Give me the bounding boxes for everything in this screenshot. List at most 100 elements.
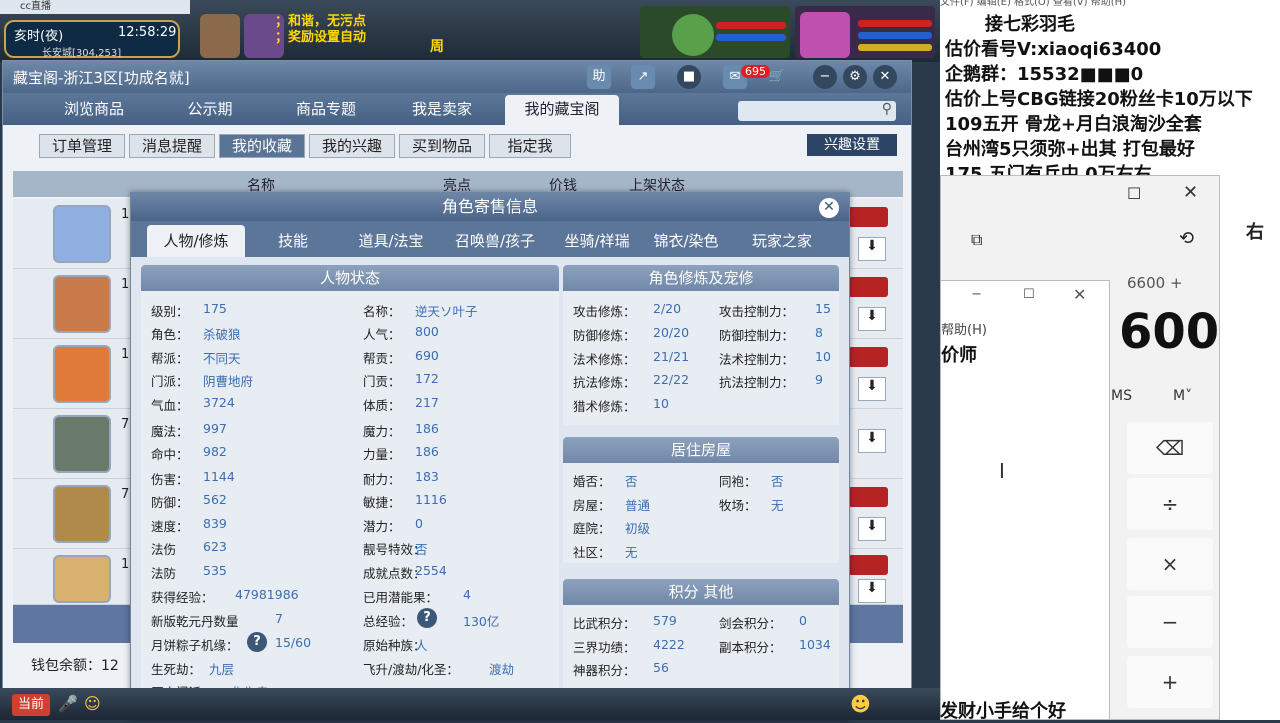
memory-menu-button[interactable]: M˅	[1173, 388, 1192, 404]
field-value: 130亿	[463, 614, 500, 629]
field-points-right-1: 副本积分： 1034	[719, 637, 831, 656]
cultivation-panel-title: 角色修炼及宠修	[563, 265, 839, 291]
row-down-button[interactable]: ⬇	[858, 377, 886, 401]
sub-tab-bought[interactable]: 买到物品	[399, 134, 485, 158]
close-icon[interactable]: ✕	[1073, 285, 1086, 304]
help-button[interactable]: 助	[587, 65, 611, 89]
note-line: 估价上号CBG链接20粉丝卡10万以下	[945, 89, 1253, 110]
minimize-icon[interactable]: −	[971, 287, 982, 302]
sub-tab-favorites[interactable]: 我的收藏	[219, 134, 305, 158]
field-value: 9	[815, 372, 823, 388]
nav-tab-seller[interactable]: 我是卖家	[389, 95, 495, 125]
search-input[interactable]: ⚲	[738, 101, 896, 121]
sub-tab-notifications[interactable]: 消息提醒	[129, 134, 215, 158]
stream-tab[interactable]: cc直播	[0, 0, 190, 14]
field-value: 逆天ソ叶子	[415, 304, 478, 319]
stream-notes: 接七彩羽毛 估价看号V:xiaoqi63400 企鹅群：15532■■■0 估价…	[945, 12, 1280, 176]
settings-icon[interactable]: ⚙	[843, 65, 867, 89]
interest-settings-button[interactable]: 兴趣设置	[807, 134, 897, 156]
smiley-icon[interactable]: ☻	[850, 692, 871, 716]
close-icon[interactable]: ✕	[819, 198, 839, 218]
sub-tab-interests[interactable]: 我的兴趣	[309, 134, 395, 158]
current-channel-button[interactable]: 当前	[12, 694, 50, 716]
row-action-button[interactable]	[848, 277, 888, 297]
nav-tab-public[interactable]: 公示期	[157, 95, 263, 125]
nav-tab-my-cbg[interactable]: 我的藏宝阁	[505, 95, 619, 125]
pin-icon[interactable]: ⧉	[971, 230, 982, 250]
multiply-button[interactable]: ×	[1127, 538, 1213, 590]
tab-summons[interactable]: 召唤兽/孩子	[443, 225, 547, 257]
close-icon[interactable]: ✕	[873, 65, 897, 89]
add-button[interactable]: +	[1127, 656, 1213, 708]
field-status-left-1: 角色： 杀破狼	[151, 324, 241, 343]
close-icon[interactable]: ✕	[1183, 182, 1198, 203]
tab-skills[interactable]: 技能	[249, 225, 337, 257]
role-detail-dialog: 角色寄售信息 ✕ 人物/修炼 技能 道具/法宝 召唤兽/孩子 坐骑/祥瑞 锦衣/…	[130, 192, 850, 720]
field-label: 力量：	[363, 447, 401, 462]
field-value: 623	[203, 539, 227, 554]
pet-portrait[interactable]	[640, 6, 790, 58]
nav-tab-topics[interactable]: 商品专题	[273, 95, 379, 125]
row-down-button[interactable]: ⬇	[858, 579, 886, 603]
help-icon[interactable]: ?	[247, 632, 267, 652]
game-taskbar: 当前 🎤 ☺ ☻	[0, 688, 940, 720]
memory-store-button[interactable]: MS	[1111, 388, 1132, 404]
row-down-button[interactable]: ⬇	[858, 237, 886, 261]
tab-mounts[interactable]: 坐骑/祥瑞	[549, 225, 645, 257]
tab-character[interactable]: 人物/修炼	[147, 225, 245, 257]
notepad-menu[interactable]: 文件(F) 编辑(E) 格式(O) 查看(V) 帮助(H)	[940, 0, 1280, 10]
field-status-left-12: 获得经验： 47981986	[151, 587, 299, 606]
field-label: 角色：	[151, 327, 189, 342]
field-cult-left-1: 防御修炼： 20/20	[573, 325, 689, 344]
tab-home[interactable]: 玩家之家	[737, 225, 827, 257]
field-value: 初级	[625, 521, 651, 536]
row-action-button[interactable]	[848, 347, 888, 367]
hud-avatar[interactable]	[200, 14, 240, 58]
tab-items[interactable]: 道具/法宝	[343, 225, 439, 257]
row-action-button[interactable]	[848, 487, 888, 507]
emoji-icon[interactable]: ☺	[84, 694, 101, 713]
maximize-icon[interactable]: ☐	[1127, 184, 1141, 203]
field-label: 防御：	[151, 495, 189, 510]
minimize-icon[interactable]: −	[813, 65, 837, 89]
row-action-button[interactable]	[848, 207, 888, 227]
field-cult-left-0: 攻击修炼： 2/20	[573, 301, 681, 320]
field-status-left-5: 魔法： 997	[151, 421, 227, 440]
sub-tab-designated[interactable]: 指定我	[489, 134, 571, 158]
field-label: 攻击修炼：	[573, 304, 636, 319]
help-icon[interactable]: ?	[417, 608, 437, 628]
row-down-button[interactable]: ⬇	[858, 429, 886, 453]
dialog-title: 角色寄售信息	[131, 193, 849, 221]
field-label: 生死劫：	[151, 662, 202, 677]
field-status-right-7: 耐力： 183	[363, 469, 439, 488]
divide-button[interactable]: ÷	[1127, 478, 1213, 530]
row-down-button[interactable]: ⬇	[858, 307, 886, 331]
history-icon[interactable]: ⟲	[1179, 228, 1194, 249]
nav-tab-browse[interactable]: 浏览商品	[41, 95, 147, 125]
week-label: 周	[430, 39, 444, 55]
share-icon[interactable]: ↗	[631, 65, 655, 89]
sub-tab-orders[interactable]: 订单管理	[39, 134, 125, 158]
field-label: 已用潜能果：	[363, 590, 439, 605]
field-house-left-2: 庭院： 初级	[573, 518, 650, 537]
backspace-button[interactable]: ⌫	[1127, 422, 1213, 474]
doc-menu[interactable]: 帮助(H)	[941, 319, 987, 338]
doc-text[interactable]: 价师	[941, 341, 977, 367]
field-status-left-11: 法防 535	[151, 563, 227, 582]
subtract-button[interactable]: −	[1127, 596, 1213, 648]
row-text: 1	[121, 277, 130, 292]
tab-outfits[interactable]: 锦衣/染色	[641, 225, 731, 257]
field-value: 否	[415, 542, 428, 557]
maximize-icon[interactable]: ☐	[1023, 287, 1035, 302]
title-bar[interactable]: 藏宝阁-浙江3区[功成名就] 助 ↗ ■ ✉ 695 🛒 − ⚙ ✕	[3, 61, 911, 93]
microphone-icon[interactable]: 🎤	[58, 694, 78, 713]
document-window: − ☐ ✕ 帮助(H) 价师 I	[940, 280, 1110, 720]
search-icon[interactable]: ⚲	[882, 101, 892, 117]
row-action-button[interactable]	[848, 555, 888, 575]
field-value: 否	[625, 474, 638, 489]
field-cult-left-4: 猎术修炼： 10	[573, 396, 669, 415]
stop-icon[interactable]: ■	[677, 65, 701, 89]
field-points-left-1: 三界功绩： 4222	[573, 637, 685, 656]
cart-icon[interactable]: 🛒	[765, 65, 789, 89]
row-down-button[interactable]: ⬇	[858, 517, 886, 541]
